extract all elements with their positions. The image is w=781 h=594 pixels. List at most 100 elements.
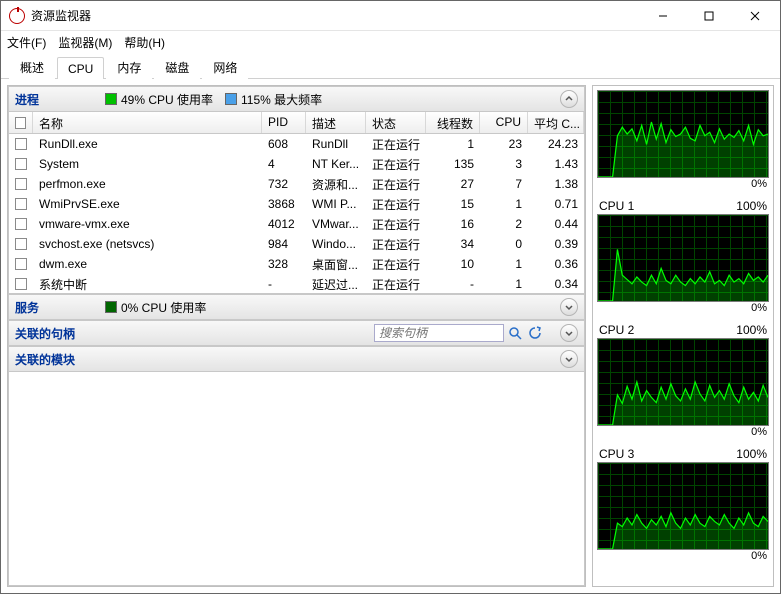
tab-disk[interactable]: 磁盘	[154, 54, 200, 79]
chevron-down-icon	[564, 302, 574, 312]
cell-avgcpu: 0.71	[528, 197, 584, 211]
section-services-header[interactable]: 服务 0% CPU 使用率	[8, 294, 585, 320]
tab-memory[interactable]: 内存	[106, 54, 152, 79]
tab-overview[interactable]: 概述	[9, 54, 55, 79]
services-cpu-meter: 0% CPU 使用率	[105, 299, 215, 316]
app-icon	[9, 8, 25, 24]
col-name[interactable]: 名称	[33, 112, 262, 133]
row-checkbox[interactable]	[9, 178, 33, 190]
col-pid[interactable]: PID	[262, 112, 306, 133]
cell-threads: 135	[426, 157, 480, 171]
max-freq-icon	[225, 93, 237, 105]
table-row[interactable]: vmware-vmx.exe4012VMwar...正在运行1620.44	[9, 214, 584, 234]
section-handles-header[interactable]: 关联的句柄	[8, 320, 585, 346]
row-checkbox[interactable]	[9, 278, 33, 290]
row-checkbox[interactable]	[9, 158, 33, 170]
section-modules-title: 关联的模块	[15, 351, 75, 368]
row-checkbox[interactable]	[9, 218, 33, 230]
menu-monitor[interactable]: 监视器(M)	[58, 34, 112, 51]
cpu-graph-1: CPU 1100%0%	[597, 198, 769, 318]
table-row[interactable]: WmiPrvSE.exe3868WMI P...正在运行1510.71	[9, 194, 584, 214]
collapse-processes-button[interactable]	[560, 90, 578, 108]
close-button[interactable]	[732, 1, 778, 31]
cell-cpu: 23	[480, 137, 528, 151]
chevron-up-icon	[564, 94, 574, 104]
cell-desc: Windo...	[306, 237, 366, 251]
cell-state: 正在运行	[366, 136, 426, 153]
expand-modules-button[interactable]	[560, 350, 578, 368]
cell-avgcpu: 0.36	[528, 257, 584, 271]
row-checkbox[interactable]	[9, 258, 33, 270]
maximize-button[interactable]	[686, 1, 732, 31]
col-state[interactable]: 状态	[366, 112, 426, 133]
section-modules-header[interactable]: 关联的模块	[8, 346, 585, 372]
col-desc[interactable]: 描述	[306, 112, 366, 133]
chevron-down-icon	[564, 328, 574, 338]
table-row[interactable]: RunDll.exe608RunDll正在运行12324.23	[9, 134, 584, 154]
section-services-title: 服务	[15, 299, 95, 316]
handles-search-input[interactable]	[374, 324, 504, 342]
tab-bar: 概述 CPU 内存 磁盘 网络	[1, 53, 780, 79]
cell-state: 正在运行	[366, 236, 426, 253]
cell-name: vmware-vmx.exe	[33, 217, 262, 231]
table-row[interactable]: System4NT Ker...正在运行13531.43	[9, 154, 584, 174]
table-row[interactable]: perfmon.exe732资源和...正在运行2771.38	[9, 174, 584, 194]
cell-cpu: 1	[480, 277, 528, 291]
cpu-usage-meter: 49% CPU 使用率	[105, 91, 215, 108]
search-button[interactable]	[506, 324, 524, 342]
cell-avgcpu: 1.43	[528, 157, 584, 171]
tab-network[interactable]: 网络	[202, 54, 248, 79]
cpu-usage-icon	[105, 93, 117, 105]
section-processes-header[interactable]: 进程 49% CPU 使用率 115% 最大频率	[8, 86, 585, 112]
table-row[interactable]: dwm.exe328桌面窗...正在运行1010.36	[9, 254, 584, 274]
cell-threads: 10	[426, 257, 480, 271]
cell-threads: -	[426, 277, 480, 291]
refresh-button[interactable]	[526, 324, 544, 342]
graph-min-label: 0%	[597, 302, 769, 318]
cpu-usage-text: 49% CPU 使用率	[121, 91, 213, 108]
tab-cpu[interactable]: CPU	[57, 57, 104, 79]
cell-name: System	[33, 157, 262, 171]
graph-label-row: CPU 3100%	[597, 446, 769, 462]
menu-file[interactable]: 文件(F)	[7, 34, 46, 51]
cell-pid: 328	[262, 257, 306, 271]
close-icon	[750, 11, 760, 21]
graph-title: CPU 2	[599, 323, 634, 337]
cell-desc: NT Ker...	[306, 157, 366, 171]
col-threads[interactable]: 线程数	[426, 112, 480, 133]
cell-avgcpu: 1.38	[528, 177, 584, 191]
menu-help[interactable]: 帮助(H)	[124, 34, 165, 51]
col-checkbox[interactable]	[9, 112, 33, 133]
search-icon	[508, 326, 522, 340]
minimize-icon	[658, 11, 668, 21]
cell-cpu: 3	[480, 157, 528, 171]
cell-state: 正在运行	[366, 176, 426, 193]
expand-services-button[interactable]	[560, 298, 578, 316]
col-avgcpu[interactable]: 平均 C...	[528, 112, 584, 133]
graph-min-label: 0%	[597, 426, 769, 442]
cell-threads: 16	[426, 217, 480, 231]
cell-name: RunDll.exe	[33, 137, 262, 151]
cpu-graph-3: CPU 3100%0%	[597, 446, 769, 566]
cell-pid: 4012	[262, 217, 306, 231]
services-cpu-text: 0% CPU 使用率	[121, 299, 206, 316]
cell-desc: RunDll	[306, 137, 366, 151]
row-checkbox[interactable]	[9, 238, 33, 250]
cell-desc: 延迟过...	[306, 276, 366, 293]
cell-cpu: 2	[480, 217, 528, 231]
handles-search	[374, 324, 544, 342]
menu-bar: 文件(F) 监视器(M) 帮助(H)	[1, 31, 780, 53]
cpu-graph-2: CPU 2100% 0%	[597, 322, 769, 442]
cell-cpu: 7	[480, 177, 528, 191]
row-checkbox[interactable]	[9, 198, 33, 210]
col-cpu[interactable]: CPU	[480, 112, 528, 133]
table-row[interactable]: 系统中断-延迟过...正在运行-10.34	[9, 274, 584, 294]
graph-max-label: 100%	[736, 199, 767, 213]
minimize-button[interactable]	[640, 1, 686, 31]
cell-state: 正在运行	[366, 196, 426, 213]
cell-name: dwm.exe	[33, 257, 262, 271]
row-checkbox[interactable]	[9, 138, 33, 150]
expand-handles-button[interactable]	[560, 324, 578, 342]
table-row[interactable]: svchost.exe (netsvcs)984Windo...正在运行3400…	[9, 234, 584, 254]
graph-label-row: CPU 2100%	[597, 322, 769, 338]
